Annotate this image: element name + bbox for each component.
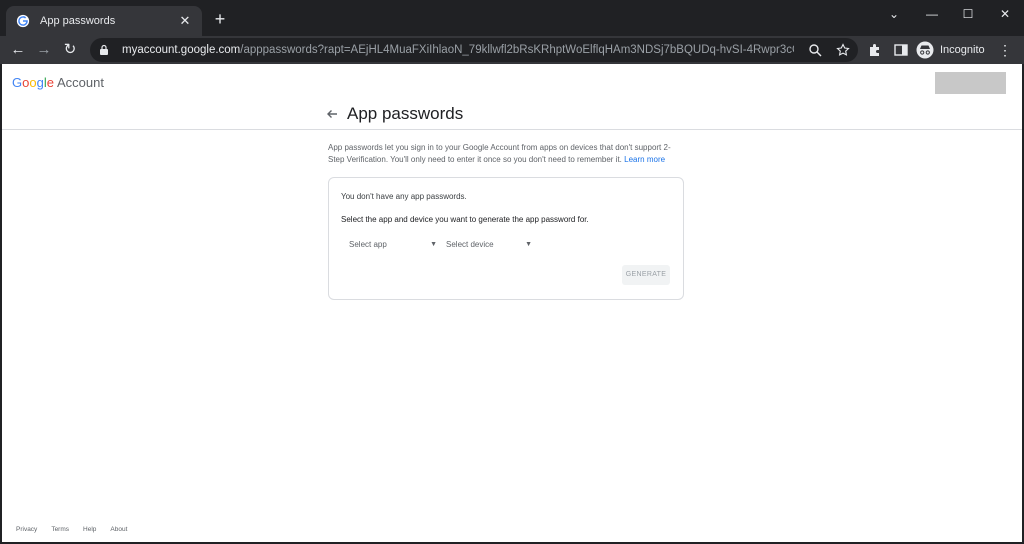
incognito-icon xyxy=(916,41,934,59)
side-panel-icon[interactable] xyxy=(893,42,909,58)
browser-tab[interactable]: App passwords ✕ xyxy=(6,6,202,36)
incognito-label: Incognito xyxy=(940,44,985,56)
tab-close-icon[interactable]: ✕ xyxy=(178,13,192,29)
browser-toolbar: ← → ↻ myaccount.google.com/apppasswords?… xyxy=(0,36,1024,64)
description-body: App passwords let you sign in to your Go… xyxy=(328,143,671,164)
back-arrow-icon[interactable] xyxy=(325,107,339,121)
google-favicon-icon xyxy=(16,14,30,28)
footer-terms-link[interactable]: Terms xyxy=(51,526,69,533)
no-passwords-message: You don't have any app passwords. xyxy=(341,192,467,201)
page-title: App passwords xyxy=(347,104,464,123)
close-window-button[interactable]: ✕ xyxy=(991,4,1019,24)
footer-links: Privacy Terms Help About xyxy=(16,526,141,533)
lock-icon[interactable] xyxy=(98,44,110,56)
tab-title: App passwords xyxy=(40,15,116,27)
select-device-dropdown[interactable]: Select device ▼ xyxy=(446,238,532,250)
footer-privacy-link[interactable]: Privacy xyxy=(16,526,37,533)
select-app-label: Select app xyxy=(349,239,387,249)
maximize-button[interactable]: ☐ xyxy=(954,4,982,24)
profile-area-redacted xyxy=(935,72,1006,94)
minimize-button[interactable]: — xyxy=(918,4,946,24)
account-header: Google Account App passwords xyxy=(2,64,1022,130)
description-text: App passwords let you sign in to your Go… xyxy=(328,142,684,166)
logo-letter: G xyxy=(12,75,23,90)
footer-about-link[interactable]: About xyxy=(110,526,127,533)
select-device-label: Select device xyxy=(446,239,494,249)
select-prompt: Select the app and device you want to ge… xyxy=(341,215,589,224)
url-text[interactable]: myaccount.google.com/apppasswords?rapt=A… xyxy=(122,44,794,56)
logo-letter: g xyxy=(36,75,44,90)
logo-letter: o xyxy=(29,75,37,90)
learn-more-link[interactable]: Learn more xyxy=(624,155,665,164)
tab-search-icon[interactable]: ⌄ xyxy=(880,4,908,24)
browser-tab-strip: App passwords ✕ + ⌄ — ☐ ✕ xyxy=(0,0,1024,36)
page-content: Google Account App passwords App password… xyxy=(2,64,1022,542)
dropdown-caret-icon: ▼ xyxy=(430,240,437,248)
logo-letter: e xyxy=(46,75,54,90)
dropdown-caret-icon: ▼ xyxy=(525,240,532,248)
logo-suffix: Account xyxy=(56,75,104,90)
url-path: /apppasswords?rapt=AEjHL4MuaFXiIhlaoN_79… xyxy=(240,44,794,56)
zoom-icon[interactable] xyxy=(808,43,822,57)
forward-button[interactable]: → xyxy=(34,40,54,60)
back-button[interactable]: ← xyxy=(8,40,28,60)
bookmark-star-icon[interactable] xyxy=(836,43,850,57)
extensions-puzzle-icon[interactable] xyxy=(867,42,883,58)
address-bar[interactable]: myaccount.google.com/apppasswords?rapt=A… xyxy=(90,38,858,62)
url-host: myaccount.google.com xyxy=(122,44,241,56)
new-tab-button[interactable]: + xyxy=(210,9,230,29)
generate-button[interactable]: GENERATE xyxy=(622,265,670,285)
reload-button[interactable]: ↻ xyxy=(60,40,80,60)
app-passwords-card: You don't have any app passwords. Select… xyxy=(328,177,684,300)
select-app-dropdown[interactable]: Select app ▼ xyxy=(349,238,437,250)
footer-help-link[interactable]: Help xyxy=(83,526,96,533)
incognito-indicator[interactable]: Incognito xyxy=(916,39,985,61)
google-account-logo[interactable]: Google Account xyxy=(12,75,104,90)
browser-menu-icon[interactable]: ⋮ xyxy=(998,41,1012,59)
